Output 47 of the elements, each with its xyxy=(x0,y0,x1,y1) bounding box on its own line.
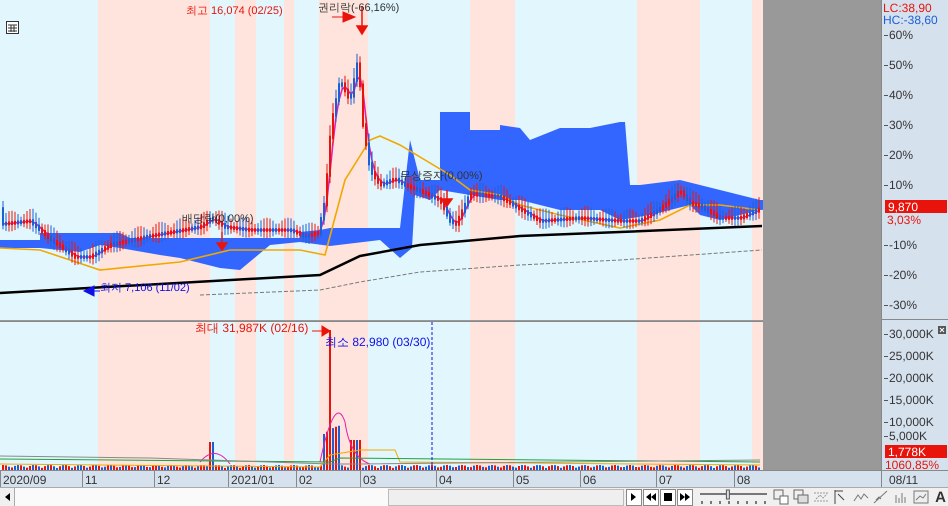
play-icon xyxy=(631,493,636,501)
axis-tick-label: 40% xyxy=(884,89,914,101)
fast-forward-icon xyxy=(680,493,690,501)
chart-image-icon[interactable] xyxy=(913,489,930,505)
close-icon[interactable] xyxy=(938,326,946,334)
chart-annotation: 최대 31,987K (02/16) xyxy=(195,322,308,334)
current-volume-badge: 1,778K xyxy=(885,445,947,458)
grid-icon[interactable] xyxy=(6,21,19,34)
current-price-badge: 9,870 xyxy=(885,200,947,213)
axis-tick-label: 10,000K xyxy=(884,416,934,428)
play-button[interactable] xyxy=(626,488,642,506)
window-tile-icon[interactable] xyxy=(773,489,790,505)
hc-value: HC:-38,60 xyxy=(883,14,938,26)
axis-tick-label: 50% xyxy=(884,59,914,71)
left-arrow-icon xyxy=(84,285,100,296)
volume-change: 1060,85% xyxy=(885,459,940,471)
axis-tick-label: 30,000K xyxy=(884,328,934,340)
right-arrow-icon xyxy=(332,12,356,22)
fast-forward-button[interactable] xyxy=(676,488,693,506)
lc-value: LC:38,90 xyxy=(883,2,932,14)
trend-line-icon[interactable] xyxy=(873,489,890,505)
axis-tick-label: 5,000K xyxy=(884,430,928,442)
axis-tick-label: 25,000K xyxy=(884,350,934,362)
current-change: 3,03% xyxy=(887,214,922,226)
stop-button[interactable] xyxy=(660,488,676,506)
slider-thumb[interactable] xyxy=(726,490,730,500)
axis-tick-label: 10% xyxy=(884,179,914,191)
speed-slider[interactable] xyxy=(698,489,768,505)
axis-tick-label: 20,000K xyxy=(884,372,934,384)
scroll-thumb[interactable] xyxy=(388,488,624,506)
axis-tick-label: -30% xyxy=(884,299,918,311)
axis-tick-label: 60% xyxy=(884,29,914,41)
chart-annotation: 최고 16,074 (02/25) xyxy=(186,6,283,17)
axis-tick-label: -10% xyxy=(884,239,918,251)
window-cascade-icon[interactable] xyxy=(793,489,810,505)
axis-tick-label: -20% xyxy=(884,269,918,281)
axis-tick-label: 30% xyxy=(884,119,914,131)
right-arrow-icon xyxy=(312,326,331,336)
text-tool-button[interactable]: A xyxy=(933,490,948,504)
axis-tick-label: 20% xyxy=(884,149,914,161)
rewind-icon xyxy=(646,493,656,501)
stop-icon xyxy=(664,493,672,501)
left-arrow-icon xyxy=(4,493,10,501)
axis-tick-label: 15,000K xyxy=(884,394,934,406)
down-arrow-icon xyxy=(441,189,453,208)
down-arrow-icon xyxy=(216,231,228,252)
rewind-button[interactable] xyxy=(642,488,659,506)
